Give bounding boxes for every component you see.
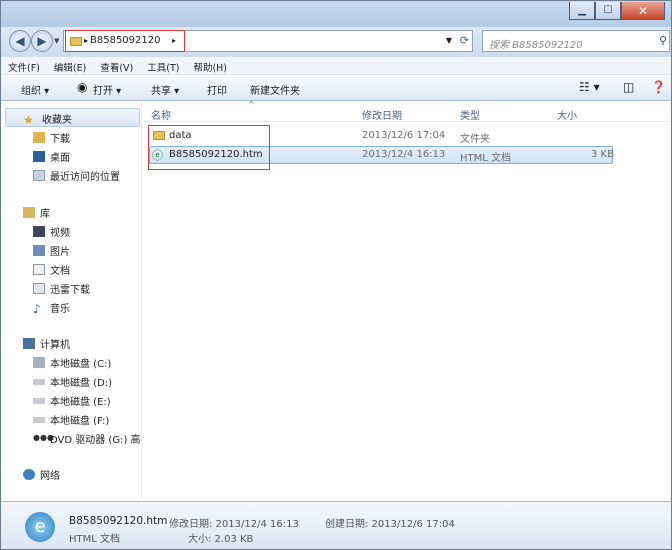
recent-places-icon <box>33 170 45 181</box>
sidebar-item-pictures[interactable]: 图片 <box>33 243 70 258</box>
print-button[interactable]: 打印 <box>207 82 227 97</box>
sidebar-item-computer[interactable]: 计算机 <box>23 336 70 351</box>
file-type: 文件夹 <box>460 134 490 145</box>
preview-pane-icon[interactable]: ◫ <box>623 80 634 94</box>
file-modified: 2013/12/6 17:04 <box>362 130 446 141</box>
menu-tools[interactable]: 工具(T) <box>140 57 186 74</box>
sidebar-item-drive-e[interactable]: 本地磁盘 (E:) <box>33 393 111 408</box>
library-icon <box>23 207 35 218</box>
ie-file-icon: e <box>25 512 55 542</box>
details-pane: e B8585092120.htm 修改日期: 2013/12/4 16:13 … <box>1 501 671 549</box>
dvd-drive-icon: ●●● <box>33 433 54 442</box>
menu-view[interactable]: 查看(V) <box>93 57 140 74</box>
sort-indicator-icon: ^ <box>248 100 255 109</box>
column-name[interactable]: 名称 <box>151 107 171 122</box>
highlight-box <box>65 30 185 52</box>
status-type: HTML 文档 <box>69 534 121 545</box>
desktop-icon <box>33 151 45 162</box>
search-icon[interactable]: ⚲ <box>659 34 667 47</box>
column-type[interactable]: 类型 <box>460 107 480 122</box>
star-icon: ★ <box>23 113 34 127</box>
status-created: 创建日期: 2013/12/6 17:04 <box>325 519 455 530</box>
share-button[interactable]: 共享 ▾ <box>151 82 179 97</box>
file-modified: 2013/12/4 16:13 <box>362 149 446 160</box>
network-icon <box>23 469 35 480</box>
new-folder-button[interactable]: 新建文件夹 <box>250 82 300 97</box>
sidebar-item-thunder-downloads[interactable]: 迅雷下载 <box>33 281 90 296</box>
video-icon <box>33 226 45 237</box>
address-dropdown-icon[interactable]: ▼ <box>446 36 452 45</box>
status-modified: 修改日期: 2013/12/4 16:13 <box>169 519 299 530</box>
pictures-icon <box>33 245 45 256</box>
file-type: HTML 文档 <box>460 153 512 164</box>
close-button[interactable]: ✕ <box>621 2 665 20</box>
thunder-download-icon <box>33 283 45 294</box>
sidebar-item-music[interactable]: ♪ 音乐 <box>33 300 70 316</box>
sidebar-item-libraries[interactable]: 库 <box>23 205 50 220</box>
title-bar: ▁ ☐ ✕ <box>1 1 671 27</box>
menu-edit[interactable]: 编辑(E) <box>47 57 93 74</box>
drive-icon <box>33 416 45 423</box>
sidebar-item-recent-places[interactable]: 最近访问的位置 <box>33 168 120 183</box>
system-drive-icon <box>33 357 45 368</box>
search-placeholder: 搜索 B8585092120 <box>489 40 583 51</box>
recent-pages-dropdown[interactable]: ▼ <box>54 37 59 45</box>
open-icon: ◉ <box>77 80 88 94</box>
computer-icon <box>23 338 35 349</box>
open-button[interactable]: 打开 ▾ <box>93 82 121 97</box>
sidebar-item-documents[interactable]: 文档 <box>33 262 70 277</box>
drive-icon <box>33 378 45 385</box>
address-row: ◀ ▶ ▼ ▸ B8585092120 ▸ ▼ ⟳ 搜索 B8585092120… <box>1 27 671 57</box>
caption-buttons: ▁ ☐ ✕ <box>569 2 665 20</box>
highlight-box <box>148 125 270 170</box>
drive-icon <box>33 397 45 404</box>
status-filename: B8585092120.htm <box>69 515 168 527</box>
view-options-icon[interactable]: ☷ ▾ <box>579 80 600 94</box>
maximize-button[interactable]: ☐ <box>595 2 621 20</box>
sidebar-item-videos[interactable]: 视频 <box>33 224 70 239</box>
sidebar-item-downloads[interactable]: 下载 <box>33 130 70 145</box>
command-bar: 组织 ▾ ◉ 打开 ▾ 共享 ▾ 打印 新建文件夹 ☷ ▾ ◫ ❓ <box>1 75 671 101</box>
status-size: 大小: 2.03 KB <box>188 534 254 545</box>
file-size: 3 KB <box>591 149 614 160</box>
column-modified[interactable]: 修改日期 <box>362 107 402 122</box>
column-size[interactable]: 大小 <box>557 107 577 122</box>
minimize-button[interactable]: ▁ <box>569 2 595 20</box>
sidebar-item-drive-d[interactable]: 本地磁盘 (D:) <box>33 374 112 389</box>
documents-icon <box>33 264 45 275</box>
sidebar-item-desktop[interactable]: 桌面 <box>33 149 70 164</box>
search-input[interactable]: 搜索 B8585092120 ⚲ <box>482 30 670 52</box>
sidebar-item-drive-c[interactable]: 本地磁盘 (C:) <box>33 355 111 370</box>
sidebar-item-network[interactable]: 网络 <box>23 467 60 482</box>
column-header <box>144 102 671 122</box>
sidebar-item-favorites[interactable]: ★ 收藏夹 <box>23 111 72 127</box>
forward-button[interactable]: ▶ <box>31 30 53 52</box>
music-icon: ♪ <box>33 302 41 316</box>
menu-help[interactable]: 帮助(H) <box>186 57 234 74</box>
menu-file[interactable]: 文件(F) <box>1 57 47 74</box>
back-button[interactable]: ◀ <box>9 30 31 52</box>
organize-button[interactable]: 组织 ▾ <box>21 82 49 97</box>
sidebar-item-dvd-drive[interactable]: ●●● DVD 驱动器 (G:) 高 <box>33 431 141 446</box>
downloads-folder-icon <box>33 132 45 143</box>
navigation-pane: ★ 收藏夹 下载 桌面 最近访问的位置 库 视频 图片 文档 迅雷下载 ♪ 音乐… <box>1 102 142 498</box>
refresh-icon[interactable]: ⟳ <box>460 34 469 47</box>
explorer-window: ▁ ☐ ✕ ◀ ▶ ▼ ▸ B8585092120 ▸ ▼ ⟳ 搜索 B8585… <box>0 0 672 550</box>
sidebar-item-drive-f[interactable]: 本地磁盘 (F:) <box>33 412 109 427</box>
help-icon[interactable]: ❓ <box>651 80 666 94</box>
menu-bar: 文件(F) 编辑(E) 查看(V) 工具(T) 帮助(H) <box>1 57 671 75</box>
